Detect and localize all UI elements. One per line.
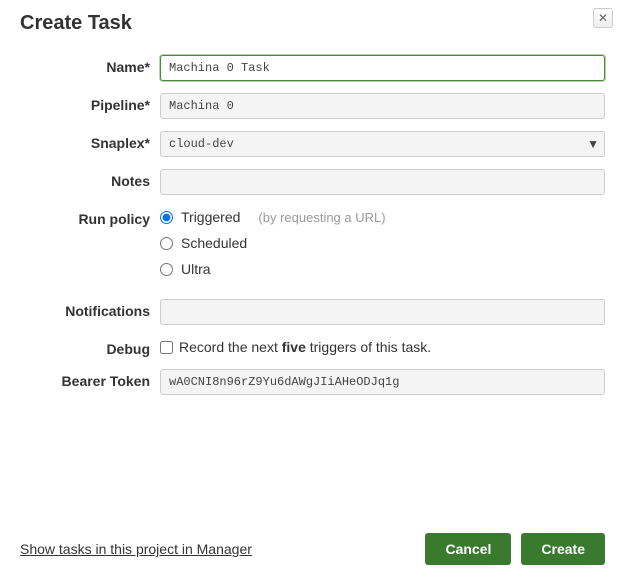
run-policy-ultra[interactable]: Ultra — [160, 261, 605, 277]
notes-label: Notes — [20, 169, 160, 189]
create-button[interactable]: Create — [521, 533, 605, 565]
pipeline-label: Pipeline* — [20, 93, 160, 113]
name-input[interactable] — [160, 55, 605, 81]
run-policy-scheduled[interactable]: Scheduled — [160, 235, 605, 251]
run-policy-triggered[interactable]: Triggered (by requesting a URL) — [160, 209, 605, 225]
bearer-token-label: Bearer Token — [20, 369, 160, 389]
radio-scheduled[interactable] — [160, 237, 173, 250]
radio-ultra[interactable] — [160, 263, 173, 276]
snaplex-label: Snaplex* — [20, 131, 160, 151]
debug-checkbox-row[interactable]: Record the next five triggers of this ta… — [160, 337, 605, 355]
bearer-token-input[interactable] — [160, 369, 605, 395]
snaplex-select[interactable] — [160, 131, 605, 157]
show-tasks-link[interactable]: Show tasks in this project in Manager — [20, 541, 252, 557]
radio-triggered[interactable] — [160, 211, 173, 224]
close-icon: ✕ — [598, 11, 608, 25]
radio-scheduled-label: Scheduled — [181, 235, 247, 251]
debug-text: Record the next five triggers of this ta… — [179, 339, 431, 355]
dialog-title: Create Task — [20, 12, 605, 35]
cancel-button[interactable]: Cancel — [425, 533, 511, 565]
radio-triggered-hint: (by requesting a URL) — [258, 210, 385, 225]
radio-ultra-label: Ultra — [181, 261, 211, 277]
pipeline-input[interactable] — [160, 93, 605, 119]
debug-checkbox[interactable] — [160, 341, 173, 354]
notifications-label: Notifications — [20, 299, 160, 319]
name-label: Name* — [20, 55, 160, 75]
run-policy-label: Run policy — [20, 207, 160, 227]
debug-label: Debug — [20, 337, 160, 357]
notes-input[interactable] — [160, 169, 605, 195]
radio-triggered-label: Triggered — [181, 209, 240, 225]
close-button[interactable]: ✕ — [593, 8, 613, 28]
notifications-input[interactable] — [160, 299, 605, 325]
